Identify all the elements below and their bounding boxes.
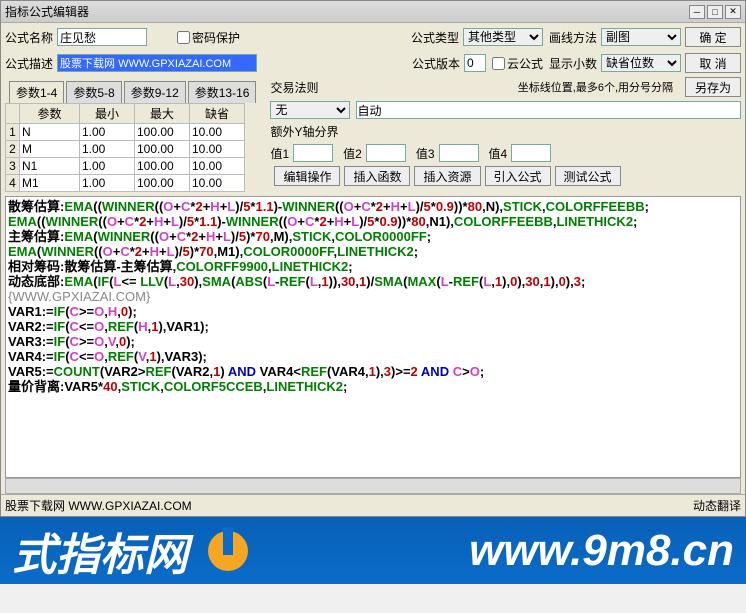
insert-res-button[interactable]: 插入资源 [414, 166, 480, 186]
coord-hint: 坐标线位置,最多6个,用分号分隔 [518, 79, 673, 95]
test-formula-button[interactable]: 测试公式 [555, 166, 621, 186]
val2-input[interactable] [366, 144, 406, 162]
col-min: 最小 [80, 104, 135, 124]
table-row: 1 [6, 124, 245, 141]
table-row: 2 [6, 141, 245, 158]
horizontal-scrollbar[interactable] [5, 478, 741, 494]
save-as-button[interactable]: 另存为 [685, 77, 741, 97]
formula-desc-label: 公式描述 [5, 55, 53, 72]
decimals-label: 显示小数 [549, 55, 597, 72]
param-name-input[interactable] [22, 176, 77, 190]
footer-logo-icon [208, 531, 248, 571]
tab-params-5-8[interactable]: 参数5-8 [66, 81, 121, 103]
import-formula-button[interactable]: 引入公式 [485, 166, 551, 186]
formula-name-input[interactable] [57, 28, 147, 46]
footer-banner: 式指标网 www.9m8.cn [0, 517, 746, 584]
auto-translate-label: 动态翻译 [693, 497, 741, 514]
param-def-input[interactable] [192, 159, 242, 173]
val1-label: 值1 [270, 145, 289, 162]
code-editor[interactable]: 散筹估算:EMA((WINNER((O+C*2+H+L)/5*1.1)-WINN… [5, 196, 741, 478]
decimals-select[interactable]: 缺省位数 [601, 54, 681, 72]
param-def-input[interactable] [192, 142, 242, 156]
param-def-input[interactable] [192, 125, 242, 139]
draw-method-select[interactable]: 副图 [601, 28, 681, 46]
param-max-input[interactable] [137, 142, 187, 156]
close-icon[interactable]: ✕ [725, 5, 741, 19]
formula-name-label: 公式名称 [5, 29, 53, 46]
param-max-input[interactable] [137, 125, 187, 139]
titlebar: 指标公式编辑器 ─ □ ✕ [1, 1, 745, 23]
val3-input[interactable] [439, 144, 479, 162]
table-row: 3 [6, 158, 245, 175]
cloud-formula-label: 云公式 [507, 55, 543, 72]
col-param: 参数 [20, 104, 80, 124]
table-row: 4 [6, 175, 245, 192]
tab-params-1-4[interactable]: 参数1-4 [9, 81, 64, 103]
password-protect-checkbox[interactable] [177, 31, 190, 44]
val2-label: 值2 [343, 145, 362, 162]
tab-params-9-12[interactable]: 参数9-12 [124, 81, 186, 103]
cancel-button[interactable]: 取 消 [685, 53, 741, 73]
val4-label: 值4 [489, 145, 508, 162]
trade-rule-select[interactable]: 无 [270, 101, 350, 119]
minimize-icon[interactable]: ─ [689, 5, 705, 19]
col-max: 最大 [135, 104, 190, 124]
param-max-input[interactable] [137, 176, 187, 190]
params-table: 参数 最小 最大 缺省 1234 [5, 103, 245, 192]
maximize-icon[interactable]: □ [707, 5, 723, 19]
param-name-input[interactable] [22, 125, 77, 139]
status-left: 股票下载网 WWW.GPXIAZAI.COM [5, 497, 192, 514]
param-name-input[interactable] [22, 142, 77, 156]
ok-button[interactable]: 确 定 [685, 27, 741, 47]
footer-left-text: 式指标网 [12, 519, 188, 583]
extra-axis-label: 额外Y轴分界 [270, 123, 338, 140]
param-def-input[interactable] [192, 176, 242, 190]
trade-rule-label: 交易法则 [270, 79, 318, 96]
password-protect-label: 密码保护 [192, 29, 240, 46]
param-min-input[interactable] [82, 142, 132, 156]
formula-type-label: 公式类型 [411, 29, 459, 46]
insert-func-button[interactable]: 插入函数 [344, 166, 410, 186]
col-def: 缺省 [190, 104, 245, 124]
footer-right-text: www.9m8.cn [469, 526, 734, 576]
formula-version-label: 公式版本 [412, 55, 460, 72]
draw-method-label: 画线方法 [549, 29, 597, 46]
param-tabs: 参数1-4 参数5-8 参数9-12 参数13-16 [5, 77, 262, 103]
param-min-input[interactable] [82, 125, 132, 139]
param-min-input[interactable] [82, 159, 132, 173]
param-max-input[interactable] [137, 159, 187, 173]
val3-label: 值3 [416, 145, 435, 162]
val4-input[interactable] [511, 144, 551, 162]
tab-params-13-16[interactable]: 参数13-16 [188, 81, 257, 103]
coord-input[interactable] [356, 101, 741, 119]
cloud-formula-checkbox[interactable] [492, 57, 505, 70]
version-input[interactable] [464, 54, 486, 72]
edit-op-button[interactable]: 编辑操作 [274, 166, 340, 186]
param-name-input[interactable] [22, 159, 77, 173]
param-min-input[interactable] [82, 176, 132, 190]
formula-desc-input[interactable]: 股票下载网 WWW.GPXIAZAI.COM [57, 54, 257, 72]
val1-input[interactable] [293, 144, 333, 162]
formula-type-select[interactable]: 其他类型 [463, 28, 543, 46]
window-title: 指标公式编辑器 [5, 3, 89, 20]
